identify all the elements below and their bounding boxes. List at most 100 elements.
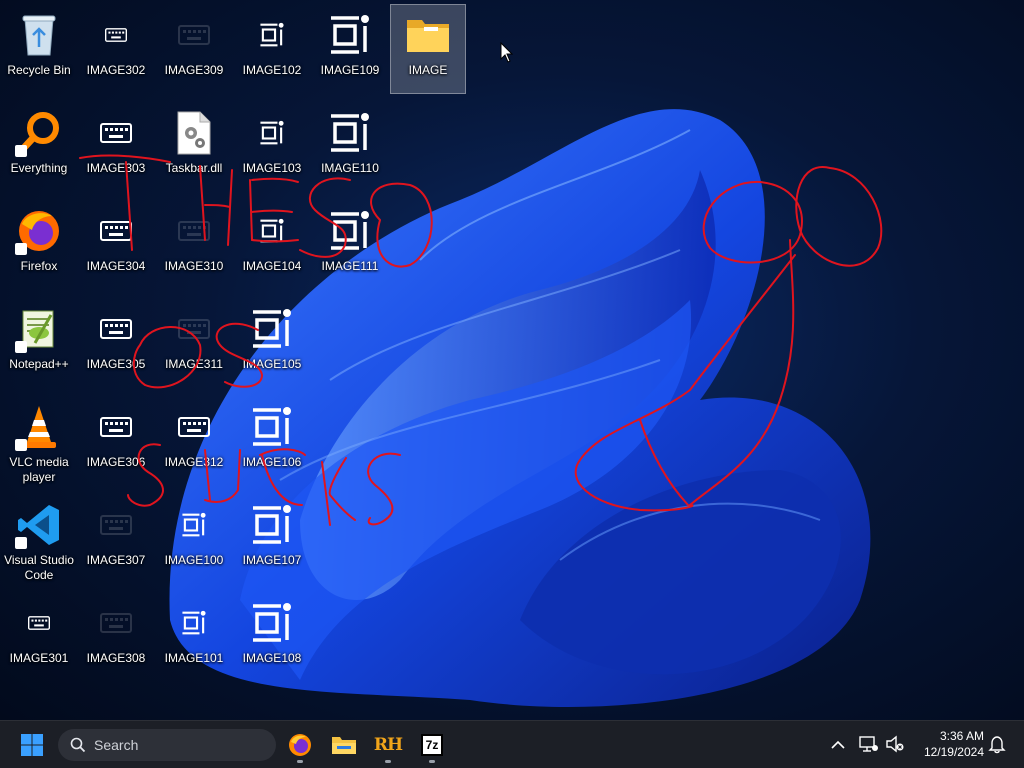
desktop-icon-image302[interactable]: IMAGE302 xyxy=(78,4,154,94)
desktop-icon-image108[interactable]: IMAGE108 xyxy=(234,592,310,682)
desktop[interactable]: Recycle Bin IMAGE302 IMAGE309 IMAGE102 IMAGE… xyxy=(0,0,1024,720)
desktop-icon-image106[interactable]: IMAGE106 xyxy=(234,396,310,486)
taskbar-firefox[interactable] xyxy=(280,727,320,763)
desktop-icon-label: IMAGE105 xyxy=(242,357,302,371)
desktop-icon-firefox[interactable]: Firefox xyxy=(1,200,77,290)
desktop-icon-image110[interactable]: IMAGE110 xyxy=(312,102,388,192)
keyboard-icon xyxy=(92,305,140,353)
desktop-icon-notepad-[interactable]: Notepad++ xyxy=(1,298,77,388)
desktop-icon-label: IMAGE308 xyxy=(86,651,146,665)
keyboard-icon xyxy=(92,599,140,647)
magnifier-icon xyxy=(15,109,63,157)
taskbar: Search RH 7z 3:36 AM 12/19/2024 xyxy=(0,720,1024,768)
running-indicator xyxy=(429,760,435,763)
windows-logo-icon xyxy=(21,734,43,756)
clock-time: 3:36 AM xyxy=(939,729,984,743)
desktop-icon-label: IMAGE xyxy=(408,63,448,77)
search-icon xyxy=(70,737,86,753)
desktop-icon-label: IMAGE303 xyxy=(86,161,146,175)
desktop-icon-label: IMAGE110 xyxy=(321,161,379,175)
image-control-icon xyxy=(170,599,218,647)
network-icon[interactable] xyxy=(858,733,880,755)
desktop-icon-taskbar-dll[interactable]: Taskbar.dll xyxy=(156,102,232,192)
desktop-icon-label: Visual Studio Code xyxy=(4,553,74,582)
desktop-icon-image[interactable]: IMAGE xyxy=(390,4,466,94)
desktop-icon-image310[interactable]: IMAGE310 xyxy=(156,200,232,290)
desktop-icon-image109[interactable]: IMAGE109 xyxy=(312,4,388,94)
desktop-icon-label: IMAGE100 xyxy=(164,553,224,567)
notepad-plus-plus-icon xyxy=(15,305,63,353)
desktop-icon-image100[interactable]: IMAGE100 xyxy=(156,494,232,584)
desktop-icon-label: IMAGE107 xyxy=(242,553,302,567)
desktop-icon-image308[interactable]: IMAGE308 xyxy=(78,592,154,682)
desktop-icon-recycle-bin[interactable]: Recycle Bin xyxy=(1,4,77,94)
rh-app-icon: RH xyxy=(373,735,403,755)
desktop-icon-everything[interactable]: Everything xyxy=(1,102,77,192)
keyboard-icon xyxy=(92,207,140,255)
keyboard-icon xyxy=(92,403,140,451)
keyboard-icon xyxy=(170,403,218,451)
desktop-icon-image102[interactable]: IMAGE102 xyxy=(234,4,310,94)
taskbar-file-explorer[interactable] xyxy=(324,727,364,763)
firefox-icon xyxy=(289,734,311,756)
image-control-icon xyxy=(248,501,296,549)
desktop-icon-image111[interactable]: IMAGE111 xyxy=(312,200,388,290)
start-button[interactable] xyxy=(14,729,50,761)
keyboard-icon xyxy=(170,305,218,353)
desktop-icon-image104[interactable]: IMAGE104 xyxy=(234,200,310,290)
desktop-icon-image105[interactable]: IMAGE105 xyxy=(234,298,310,388)
image-control-icon xyxy=(326,207,374,255)
desktop-icon-label: IMAGE312 xyxy=(164,455,224,469)
desktop-icon-label: IMAGE309 xyxy=(164,63,224,77)
desktop-icon-label: Notepad++ xyxy=(9,357,69,371)
image-control-icon xyxy=(248,403,296,451)
desktop-icon-label: IMAGE310 xyxy=(164,259,224,273)
bell-icon[interactable] xyxy=(986,733,1008,755)
chevron-up-icon xyxy=(831,740,845,749)
desktop-icon-label: IMAGE302 xyxy=(86,63,146,77)
desktop-icon-image311[interactable]: IMAGE311 xyxy=(156,298,232,388)
image-control-icon xyxy=(248,207,296,255)
desktop-icon-label: Taskbar.dll xyxy=(165,161,223,175)
desktop-icon-image306[interactable]: IMAGE306 xyxy=(78,396,154,486)
keyboard-icon xyxy=(92,109,140,157)
desktop-icon-image305[interactable]: IMAGE305 xyxy=(78,298,154,388)
desktop-icon-image301[interactable]: IMAGE301 xyxy=(1,592,77,682)
desktop-icon-image107[interactable]: IMAGE107 xyxy=(234,494,310,584)
desktop-icon-image101[interactable]: IMAGE101 xyxy=(156,592,232,682)
desktop-icon-image103[interactable]: IMAGE103 xyxy=(234,102,310,192)
image-control-icon xyxy=(326,109,374,157)
taskbar-rh-app[interactable]: RH xyxy=(368,727,408,763)
desktop-icon-label: IMAGE311 xyxy=(165,357,223,371)
image-control-icon xyxy=(248,11,296,59)
desktop-icon-label: IMAGE306 xyxy=(86,455,146,469)
desktop-icon-vlc-media-player[interactable]: VLC media player xyxy=(1,396,77,486)
show-hidden-icons-button[interactable] xyxy=(826,733,850,757)
vscode-icon xyxy=(15,501,63,549)
desktop-icon-image307[interactable]: IMAGE307 xyxy=(78,494,154,584)
desktop-icon-label: IMAGE108 xyxy=(242,651,302,665)
mouse-cursor xyxy=(500,42,514,63)
desktop-icon-image303[interactable]: IMAGE303 xyxy=(78,102,154,192)
running-indicator xyxy=(385,760,391,763)
taskbar-7zip[interactable]: 7z xyxy=(412,727,452,763)
desktop-icon-image304[interactable]: IMAGE304 xyxy=(78,200,154,290)
taskbar-clock[interactable]: 3:36 AM 12/19/2024 xyxy=(912,728,984,760)
keyboard-icon xyxy=(15,599,63,647)
volume-muted-icon[interactable] xyxy=(884,733,906,755)
desktop-icon-label: Everything xyxy=(10,161,68,175)
recycle-bin-icon xyxy=(15,11,63,59)
desktop-icon-label: IMAGE307 xyxy=(86,553,146,567)
desktop-icon-label: IMAGE103 xyxy=(242,161,302,175)
firefox-icon xyxy=(15,207,63,255)
desktop-icon-label: VLC media player xyxy=(9,455,69,484)
taskbar-search-box[interactable]: Search xyxy=(58,729,276,761)
clock-date: 12/19/2024 xyxy=(923,745,984,759)
image-control-icon xyxy=(248,109,296,157)
desktop-icon-image309[interactable]: IMAGE309 xyxy=(156,4,232,94)
desktop-icon-label: IMAGE305 xyxy=(86,357,146,371)
keyboard-icon xyxy=(92,11,140,59)
desktop-icon-visual-studio-code[interactable]: Visual Studio Code xyxy=(1,494,77,584)
desktop-icon-image312[interactable]: IMAGE312 xyxy=(156,396,232,486)
desktop-icon-label: Recycle Bin xyxy=(7,63,71,77)
